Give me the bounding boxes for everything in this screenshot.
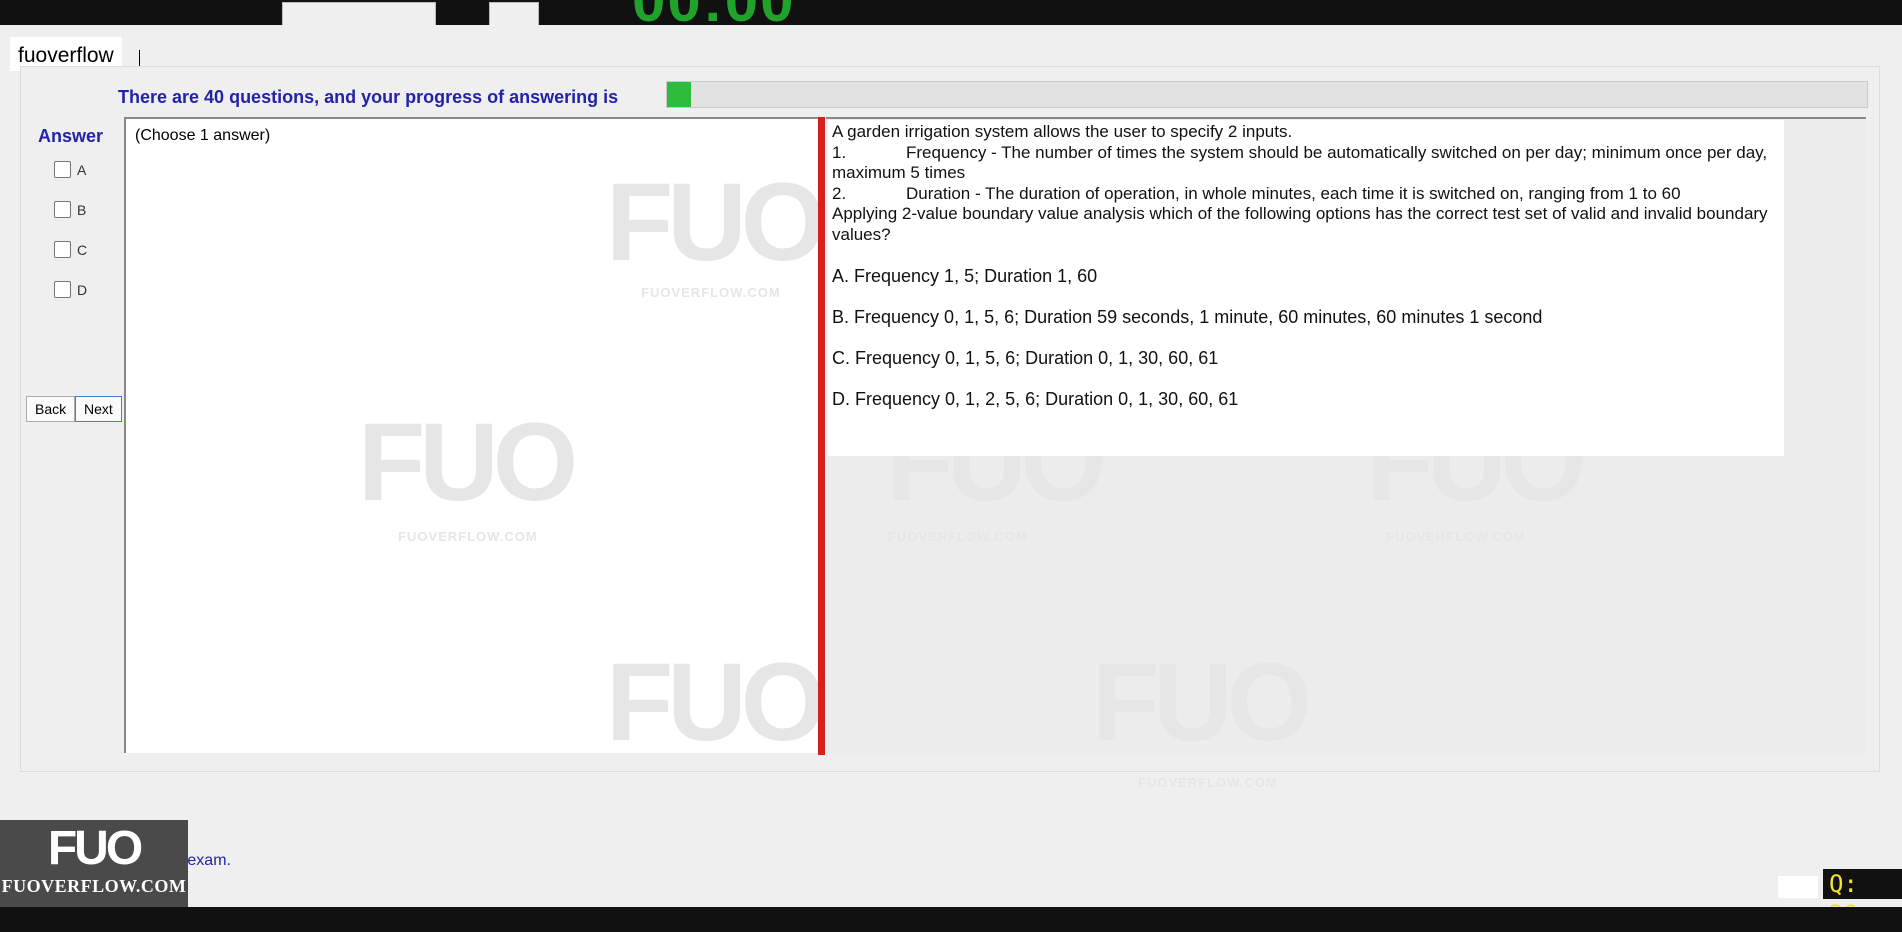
choice-c: C. Frequency 0, 1, 5, 6; Duration 0, 1, … xyxy=(832,348,1219,368)
font-size-dropdown[interactable] xyxy=(489,2,539,25)
question-box: A garden irrigation system allows the us… xyxy=(828,120,1784,456)
top-bar: 00:00 xyxy=(0,0,1902,25)
next-button[interactable]: Next xyxy=(75,396,122,422)
question-intro: A garden irrigation system allows the us… xyxy=(832,122,1293,141)
checkbox-d[interactable] xyxy=(54,281,71,298)
option-label-b: B xyxy=(77,201,87,218)
watermark-logo: FUO xyxy=(358,401,578,524)
back-button[interactable]: Back xyxy=(26,396,76,422)
choice-list: A. Frequency 1, 5; Duration 1, 60 B. Fre… xyxy=(832,266,1542,430)
checkbox-c[interactable] xyxy=(54,241,71,258)
answer-heading: Answer xyxy=(38,126,104,146)
panel-divider[interactable] xyxy=(818,117,825,755)
choice-b: B. Frequency 0, 1, 5, 6; Duration 59 sec… xyxy=(832,307,1543,327)
item-text: Duration - The duration of operation, in… xyxy=(906,183,1681,203)
watermark-site: FUOVERFLOW.COM xyxy=(888,529,1028,544)
option-label-a: A xyxy=(77,161,87,178)
item-number: 2. xyxy=(832,183,847,203)
logo-site: FUOVERFLOW.COM xyxy=(1,876,187,896)
item-number: 1. xyxy=(832,142,847,162)
answer-option-d[interactable]: D xyxy=(54,281,87,298)
question-item-1: 1. Frequency - The number of times the sy… xyxy=(832,143,1772,184)
choose-hint: (Choose 1 answer) xyxy=(135,127,271,144)
option-label-c: C xyxy=(77,241,88,258)
watermark-site: FUOVERFLOW.COM xyxy=(398,529,538,544)
watermark-site: FUOVERFLOW.COM xyxy=(1386,529,1526,544)
watermark-logo: FUO xyxy=(606,641,826,764)
answer-panel: (Choose 1 answer) FUO FUOVERFLOW.COM FUO… xyxy=(124,117,826,764)
choice-a: A. Frequency 1, 5; Duration 1, 60 xyxy=(832,266,1098,286)
hidden-field xyxy=(1778,876,1818,898)
question-item-2: 2. Duration - The duration of operation, … xyxy=(832,184,1772,205)
checkbox-a[interactable] xyxy=(54,161,71,178)
countdown-timer: 00:00 xyxy=(632,0,795,25)
option-label-d: D xyxy=(77,281,88,298)
progress-fill xyxy=(667,82,691,107)
bottom-bar xyxy=(0,907,1902,932)
progress-label: There are 40 questions, and your progres… xyxy=(118,87,619,107)
watermark-site: FUOVERFLOW.COM xyxy=(1138,775,1278,790)
choice-d: D. Frequency 0, 1, 2, 5, 6; Duration 0, … xyxy=(832,389,1239,409)
answer-option-c[interactable]: C xyxy=(54,241,87,258)
question-counter: Q: 20 xyxy=(1823,869,1902,928)
checkbox-b[interactable] xyxy=(54,201,71,218)
fuoverflow-logo: FUO FUOVERFLOW.COM xyxy=(0,820,188,907)
item-text: Frequency - The number of times the syst… xyxy=(832,142,1768,183)
answer-option-b[interactable]: B xyxy=(54,201,86,218)
logo-mark: FUO xyxy=(47,822,143,875)
progress-bar xyxy=(666,81,1868,108)
watermark-site: FUOVERFLOW.COM xyxy=(641,285,781,300)
question-text: A garden irrigation system allows the us… xyxy=(832,122,1772,245)
watermark-logo: FUO xyxy=(1092,641,1312,764)
question-prompt: Applying 2-value boundary value analysis… xyxy=(832,204,1768,244)
exam-code-dropdown[interactable] xyxy=(282,2,436,25)
answer-option-a[interactable]: A xyxy=(54,161,86,178)
watermark-logo: FUO xyxy=(606,161,826,284)
